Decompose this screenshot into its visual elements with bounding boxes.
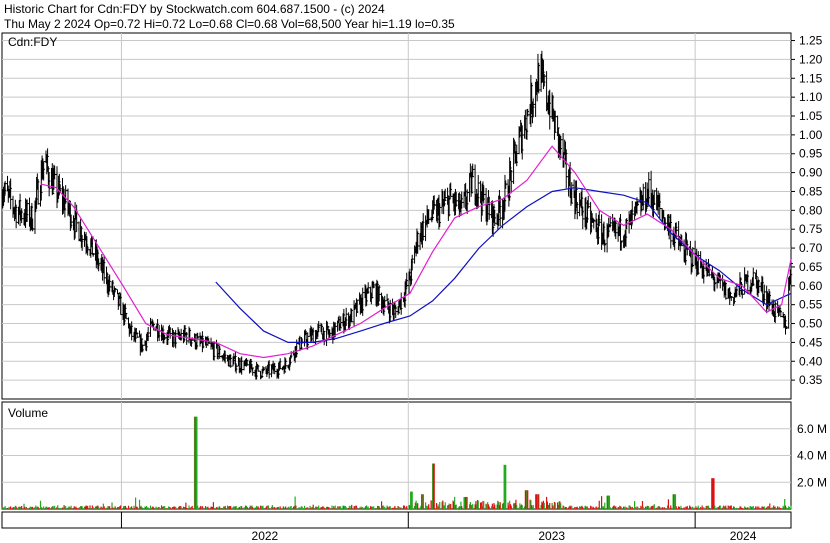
x-tick-label: 2022	[252, 529, 279, 543]
price-tick-label: 0.55	[799, 298, 823, 312]
price-tick-label: 1.10	[799, 90, 823, 104]
price-tick-label: 1.05	[799, 109, 823, 123]
price-tick-label: 0.95	[799, 147, 823, 161]
price-tick-label: 0.50	[799, 317, 823, 331]
price-tick-label: 0.60	[799, 279, 823, 293]
x-axis-band	[1, 511, 792, 529]
volume-panel-title: Volume	[8, 406, 48, 420]
stock-chart: 0.35 0.40 0.45 0.50 0.55 0.60 0.65 0.70 0.75 0.80…	[1, 32, 827, 543]
price-tick-label: 0.40	[799, 354, 823, 368]
price-tick-label: 1.25	[799, 34, 823, 48]
price-tick-label: 0.80	[799, 203, 823, 217]
price-tick-label: 1.15	[799, 71, 823, 85]
price-tick-label: 1.20	[799, 52, 823, 66]
price-tick-label: 0.70	[799, 241, 823, 255]
price-tick-label: 0.75	[799, 222, 823, 236]
price-tick-label: 0.65	[799, 260, 823, 274]
volume-tick-label: 4.0 M	[797, 449, 827, 463]
price-panel-title: Cdn:FDY	[8, 35, 57, 49]
volume-tick-label: 6.0 M	[797, 422, 827, 436]
price-tick-label: 0.85	[799, 184, 823, 198]
price-tick-label: 0.45	[799, 335, 823, 349]
x-tick-label: 2023	[538, 529, 565, 543]
volume-tick-label: 2.0 M	[797, 475, 827, 489]
x-tick-label: 2024	[730, 529, 757, 543]
price-tick-label: 0.35	[799, 373, 823, 387]
price-panel-frame	[1, 32, 792, 400]
price-tick-label: 1.00	[799, 128, 823, 142]
price-tick-label: 0.90	[799, 166, 823, 180]
